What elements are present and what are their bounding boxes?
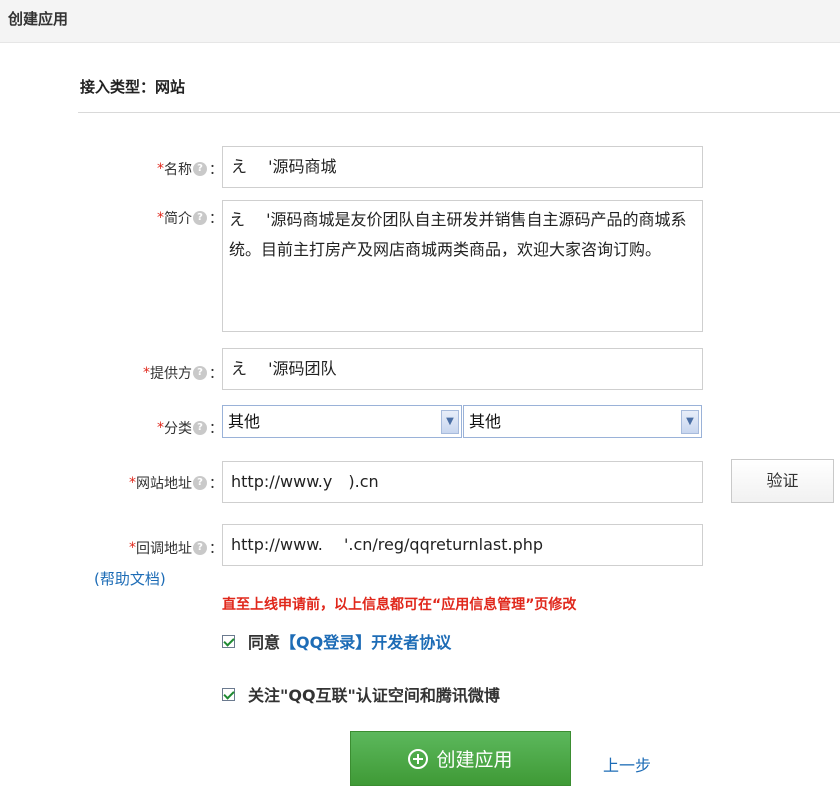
- category-label: * 分类 ?: [157, 418, 207, 438]
- required-mark: *: [129, 475, 136, 491]
- required-mark: *: [157, 161, 164, 177]
- page-header: 创建应用: [0, 0, 840, 43]
- help-icon[interactable]: ?: [193, 366, 207, 380]
- colon: ：: [209, 476, 223, 492]
- verify-button[interactable]: 验证: [731, 459, 834, 503]
- colon: ：: [209, 366, 223, 382]
- agreement-row: 同意 【QQ登录】开发者协议: [222, 629, 451, 653]
- provider-input[interactable]: え '源码团队: [222, 348, 703, 390]
- help-icon[interactable]: ?: [193, 476, 207, 490]
- follow-row: 关注"QQ互联"认证空间和腾讯微博: [222, 682, 500, 706]
- access-type-title: 接入类型：网站: [80, 78, 186, 96]
- colon: ：: [209, 541, 223, 557]
- chevron-down-icon: ▼: [441, 410, 459, 434]
- developer-agreement-link[interactable]: 【QQ登录】开发者协议: [280, 629, 451, 653]
- prev-step-link[interactable]: 上一步: [603, 752, 651, 776]
- section-divider: [78, 112, 840, 113]
- intro-label: * 简介 ?: [157, 208, 207, 228]
- edit-notice: 直至上线申请前，以上信息都可在“应用信息管理”页修改: [222, 597, 577, 613]
- name-label: * 名称 ?: [157, 159, 207, 179]
- required-mark: *: [157, 210, 164, 226]
- colon: ：: [209, 162, 223, 178]
- colon: ：: [209, 421, 223, 437]
- plus-circle-icon: [408, 748, 429, 769]
- required-mark: *: [157, 420, 164, 436]
- website-input[interactable]: http://www.y ).cn: [222, 461, 703, 503]
- colon: ：: [209, 211, 223, 227]
- website-label: * 网站地址 ?: [129, 473, 207, 493]
- help-doc-link[interactable]: (帮助文档): [94, 568, 166, 589]
- chevron-down-icon: ▼: [681, 410, 699, 434]
- page-title: 创建应用: [8, 10, 69, 28]
- category-primary-select[interactable]: 其他 ▼: [222, 405, 462, 438]
- category-secondary-select[interactable]: 其他 ▼: [463, 405, 702, 438]
- create-app-button[interactable]: 创建应用: [350, 731, 571, 786]
- agree-checkbox[interactable]: [222, 634, 235, 648]
- provider-label: * 提供方 ?: [143, 363, 207, 383]
- callback-label: * 回调地址 ?: [129, 538, 207, 558]
- required-mark: *: [143, 365, 150, 381]
- callback-input[interactable]: http://www. '.cn/reg/qqreturnlast.php: [222, 524, 703, 566]
- name-input[interactable]: え '源码商城: [222, 146, 703, 188]
- required-mark: *: [129, 540, 136, 556]
- help-icon[interactable]: ?: [193, 541, 207, 555]
- help-icon[interactable]: ?: [193, 162, 207, 176]
- intro-textarea[interactable]: え '源码商城是友价团队自主研发并销售自主源码产品的商城系统。目前主打房产及网店…: [222, 200, 703, 332]
- help-icon[interactable]: ?: [193, 421, 207, 435]
- follow-checkbox[interactable]: [222, 687, 235, 701]
- help-icon[interactable]: ?: [193, 211, 207, 225]
